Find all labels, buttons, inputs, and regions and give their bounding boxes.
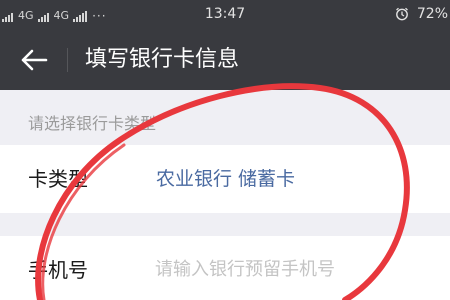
phone-label: 手机号	[28, 258, 88, 282]
status-right: 72%	[395, 6, 448, 22]
card-type-value: 农业银行 储蓄卡	[156, 168, 296, 190]
battery-percentage: 72%	[416, 6, 448, 22]
back-arrow-icon[interactable]	[18, 46, 50, 74]
nav-divider	[67, 48, 68, 72]
phone-row: 手机号	[0, 236, 450, 300]
section-hint: 请选择银行卡类型	[28, 114, 157, 133]
card-type-row[interactable]: 卡类型 农业银行 储蓄卡	[0, 145, 450, 213]
card-type-label: 卡类型	[28, 167, 88, 191]
nav-bar: 填写银行卡信息	[0, 30, 450, 90]
status-time: 13:47	[204, 6, 246, 22]
alarm-icon	[395, 7, 408, 21]
status-bar: 4G 4G ··· 13:47 72%	[0, 0, 450, 30]
page-title: 填写银行卡信息	[85, 47, 240, 72]
phone-input[interactable]	[155, 254, 435, 284]
